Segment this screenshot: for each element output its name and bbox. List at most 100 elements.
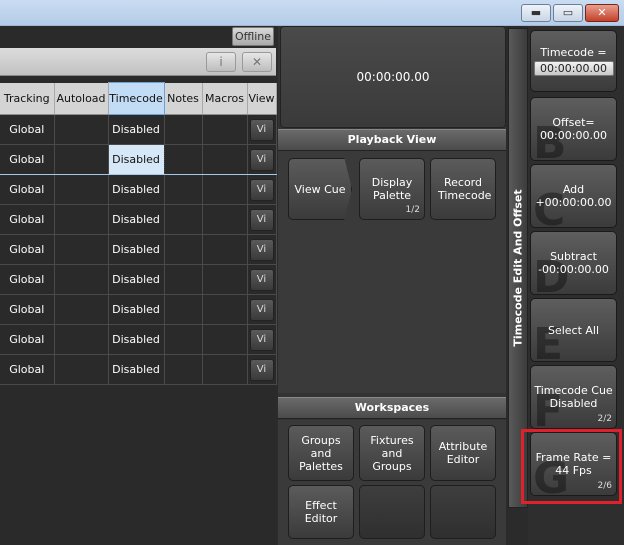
cell-view[interactable]: Vi xyxy=(247,294,277,325)
close-window-button[interactable]: ✕ xyxy=(585,4,619,22)
effect-editor-button[interactable]: Effect Editor xyxy=(288,485,354,539)
column-header-view[interactable]: View xyxy=(247,82,277,115)
info-button[interactable]: i xyxy=(206,52,236,72)
cell-autoload[interactable] xyxy=(54,324,109,355)
cell-macros[interactable] xyxy=(202,324,248,355)
attribute-editor-button[interactable]: Attribute Editor xyxy=(430,425,496,481)
cell-notes[interactable] xyxy=(164,204,203,235)
cell-timecode[interactable]: Disabled xyxy=(108,354,165,385)
view-cue-chip[interactable]: Vi xyxy=(249,148,274,171)
cell-autoload[interactable] xyxy=(54,114,109,145)
table-row[interactable]: Global Disabled Vi xyxy=(0,174,277,205)
cell-macros[interactable] xyxy=(202,204,248,235)
fixtures-and-groups-button[interactable]: Fixtures and Groups xyxy=(359,425,425,481)
cell-timecode[interactable]: Disabled xyxy=(108,324,165,355)
cell-timecode[interactable]: Disabled xyxy=(108,204,165,235)
cell-view[interactable]: Vi xyxy=(247,354,277,385)
cell-tracking[interactable]: Global xyxy=(0,324,55,355)
view-cue-chip[interactable]: Vi xyxy=(249,328,274,351)
empty-workspace-slot-2[interactable] xyxy=(430,485,496,539)
table-row[interactable]: Global Disabled Vi xyxy=(0,294,277,325)
cell-autoload[interactable] xyxy=(54,234,109,265)
cell-notes[interactable] xyxy=(164,144,203,175)
table-row[interactable]: Global Disabled Vi xyxy=(0,144,277,175)
cell-view[interactable]: Vi xyxy=(247,144,277,175)
cell-tracking[interactable]: Global xyxy=(0,294,55,325)
cell-notes[interactable] xyxy=(164,264,203,295)
cell-notes[interactable] xyxy=(164,354,203,385)
cell-notes[interactable] xyxy=(164,174,203,205)
cell-autoload[interactable] xyxy=(54,354,109,385)
cell-view[interactable]: Vi xyxy=(247,204,277,235)
cell-macros[interactable] xyxy=(202,114,248,145)
cell-view[interactable]: Vi xyxy=(247,174,277,205)
timecode-softkey[interactable]: Timecode = 00:00:00.00 xyxy=(530,30,617,92)
cell-tracking[interactable]: Global xyxy=(0,204,55,235)
table-row[interactable]: Global Disabled Vi xyxy=(0,264,277,295)
table-row[interactable]: Global Disabled Vi xyxy=(0,354,277,385)
view-cue-button[interactable]: View Cue xyxy=(288,158,352,220)
timecode-cue-softkey[interactable]: F Timecode Cue Disabled 2/2 xyxy=(530,365,617,429)
add-softkey[interactable]: C Add +00:00:00.00 xyxy=(530,164,617,228)
cell-notes[interactable] xyxy=(164,234,203,265)
empty-workspace-slot-1[interactable] xyxy=(359,485,425,539)
maximize-button[interactable]: ▭ xyxy=(553,4,583,22)
cell-autoload[interactable] xyxy=(54,204,109,235)
cell-view[interactable]: Vi xyxy=(247,264,277,295)
groups-and-palettes-button[interactable]: Groups and Palettes xyxy=(288,425,354,481)
cell-tracking[interactable]: Global xyxy=(0,264,55,295)
cell-autoload[interactable] xyxy=(54,294,109,325)
view-cue-chip[interactable]: Vi xyxy=(249,238,274,261)
timecode-input[interactable]: 00:00:00.00 xyxy=(533,61,614,76)
cell-timecode[interactable]: Disabled xyxy=(108,234,165,265)
table-row[interactable]: Global Disabled Vi xyxy=(0,204,277,235)
cell-notes[interactable] xyxy=(164,324,203,355)
view-cue-chip[interactable]: Vi xyxy=(249,208,274,231)
cell-notes[interactable] xyxy=(164,294,203,325)
cell-timecode[interactable]: Disabled xyxy=(108,174,165,205)
cell-tracking[interactable]: Global xyxy=(0,234,55,265)
record-timecode-button[interactable]: Record Timecode xyxy=(430,158,496,220)
cell-notes[interactable] xyxy=(164,114,203,145)
minimize-button[interactable]: ▬ xyxy=(521,4,551,22)
cell-view[interactable]: Vi xyxy=(247,324,277,355)
cell-autoload[interactable] xyxy=(54,174,109,205)
column-header-macros[interactable]: Macros xyxy=(202,82,248,115)
select-all-softkey[interactable]: E Select All xyxy=(530,298,617,362)
cell-timecode[interactable]: Disabled xyxy=(108,114,165,145)
cell-macros[interactable] xyxy=(202,294,248,325)
column-header-autoload[interactable]: Autoload xyxy=(54,82,109,115)
cell-macros[interactable] xyxy=(202,354,248,385)
cell-view[interactable]: Vi xyxy=(247,114,277,145)
cell-tracking[interactable]: Global xyxy=(0,174,55,205)
table-row[interactable]: Global Disabled Vi xyxy=(0,234,277,265)
close-panel-button[interactable]: ✕ xyxy=(242,52,272,72)
subtract-softkey[interactable]: D Subtract -00:00:00.00 xyxy=(530,231,617,295)
table-row[interactable]: Global Disabled Vi xyxy=(0,114,277,145)
cell-timecode[interactable]: Disabled xyxy=(107,144,165,175)
view-cue-chip[interactable]: Vi xyxy=(249,118,274,141)
cell-timecode[interactable]: Disabled xyxy=(108,294,165,325)
cell-macros[interactable] xyxy=(202,234,248,265)
cell-autoload[interactable] xyxy=(54,144,109,175)
view-cue-chip[interactable]: Vi xyxy=(249,268,274,291)
cell-tracking[interactable]: Global xyxy=(0,144,55,175)
cell-macros[interactable] xyxy=(202,174,248,205)
cell-view[interactable]: Vi xyxy=(247,234,277,265)
table-row[interactable]: Global Disabled Vi xyxy=(0,324,277,355)
column-header-notes[interactable]: Notes xyxy=(164,82,203,115)
cell-tracking[interactable]: Global xyxy=(0,114,55,145)
column-header-timecode[interactable]: Timecode xyxy=(107,82,165,115)
cell-macros[interactable] xyxy=(202,144,248,175)
display-palette-button[interactable]: Display Palette 1/2 xyxy=(359,158,425,220)
cell-tracking[interactable]: Global xyxy=(0,354,55,385)
column-header-tracking[interactable]: Tracking xyxy=(0,82,55,115)
frame-rate-softkey[interactable]: G Frame Rate = 44 Fps 2/6 xyxy=(530,432,617,496)
view-cue-chip[interactable]: Vi xyxy=(249,298,274,321)
cell-timecode[interactable]: Disabled xyxy=(108,264,165,295)
view-cue-chip[interactable]: Vi xyxy=(249,358,274,381)
cell-macros[interactable] xyxy=(202,264,248,295)
view-cue-chip[interactable]: Vi xyxy=(249,178,274,201)
offset-softkey[interactable]: B Offset= 00:00:00.00 xyxy=(530,97,617,161)
cell-autoload[interactable] xyxy=(54,264,109,295)
